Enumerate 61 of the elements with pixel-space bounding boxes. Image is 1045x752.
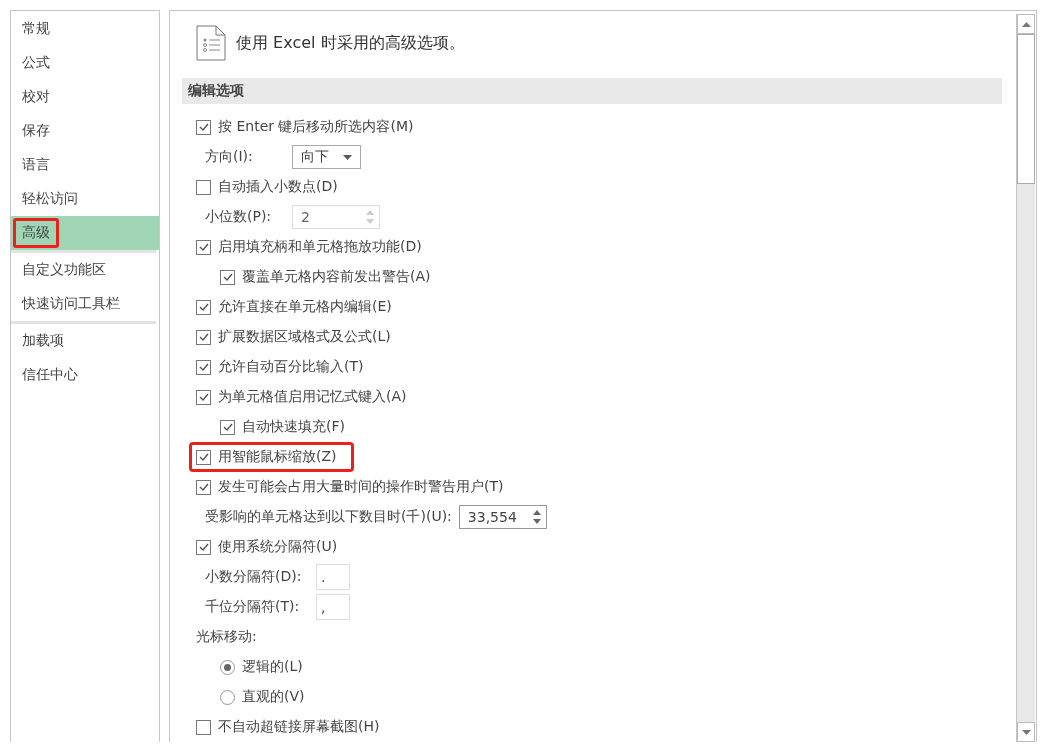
sidebar-item[interactable]: 自定义功能区 [11,253,159,287]
field-label: 千位分隔符(T): [205,598,301,616]
checkbox-label[interactable]: 不自动超链接屏幕截图(H) [218,718,380,736]
checkbox-label[interactable]: 使用系统分隔符(U) [218,538,338,556]
sidebar-item[interactable]: 加载项 [11,324,159,358]
page-title: 使用 Excel 时采用的高级选项。 [236,32,465,54]
up-arrow-icon [1021,21,1031,27]
checkbox[interactable] [196,539,211,555]
field-label: 受影响的单元格达到以下数目时(千)(U): [205,508,452,526]
scroll-down-button[interactable] [1017,722,1035,742]
sidebar-item[interactable]: 公式 [11,46,159,80]
checkbox[interactable] [196,329,211,345]
sidebar-item[interactable]: 语言 [11,148,159,182]
number-spinner[interactable]: 33,554 [458,505,547,529]
radio-label[interactable]: 逻辑的(L) [242,658,303,676]
checkbox[interactable] [196,179,211,195]
document-list-icon [196,25,226,61]
sidebar-item[interactable]: 校对 [11,80,159,114]
field-label: 小位数(P): [205,208,273,226]
checkbox[interactable] [196,719,211,735]
radio-label[interactable]: 直观的(V) [242,688,305,706]
input-field[interactable]: , [316,594,350,620]
checkbox-label[interactable]: 覆盖单元格内容前发出警告(A) [242,268,431,286]
checkbox[interactable] [196,389,211,405]
checkbox[interactable] [196,359,211,375]
checkbox-label[interactable]: 允许自动百分比输入(T) [218,358,364,376]
checkbox[interactable] [196,119,211,135]
scrollbar[interactable] [1016,14,1035,742]
input-field[interactable]: . [316,564,350,590]
spinner-arrows-icon [366,210,374,224]
down-arrow-icon [1021,729,1031,735]
scroll-up-button[interactable] [1017,14,1035,34]
checkbox-label[interactable]: 自动插入小数点(D) [218,178,338,196]
checkbox-label[interactable]: 发生可能会占用大量时间的操作时警告用户(T) [218,478,504,496]
checkbox-label[interactable]: 为单元格值启用记忆式键入(A) [218,388,407,406]
direction-dropdown[interactable]: 向下 [292,145,361,169]
spinner-arrows-icon [532,510,541,524]
checkbox-label[interactable]: 启用填充柄和单元格拖放功能(D) [218,238,422,256]
checkbox-label[interactable]: 用智能鼠标缩放(Z) [218,448,337,466]
checkbox[interactable] [196,449,211,465]
checkbox-label[interactable]: 允许直接在单元格内编辑(E) [218,298,392,316]
checkbox[interactable] [220,269,235,285]
field-label: 方向(I): [205,148,254,166]
dropdown-arrow-icon [343,154,352,160]
checkbox-label[interactable]: 按 Enter 键后移动所选内容(M) [218,118,414,136]
checkbox[interactable] [196,299,211,315]
group-label: 光标移动: [196,628,257,646]
checkbox-label[interactable]: 自动快速填充(F) [242,418,345,436]
section-title: 编辑选项 [188,82,244,100]
sidebar-item[interactable]: 轻松访问 [11,182,159,216]
sidebar-item[interactable]: 保存 [11,114,159,148]
sidebar-item[interactable]: 常规 [11,12,159,46]
scroll-thumb[interactable] [1017,34,1035,184]
checkbox-label[interactable]: 扩展数据区域格式及公式(L) [218,328,391,346]
checkbox[interactable] [196,239,211,255]
sidebar-item[interactable]: 信任中心 [11,358,159,392]
field-label: 小数分隔符(D): [205,568,303,586]
checkbox[interactable] [220,419,235,435]
sidebar-item[interactable]: 快速访问工具栏 [11,287,159,321]
checkbox[interactable] [196,479,211,495]
sidebar-item[interactable]: 高级 [11,216,159,250]
